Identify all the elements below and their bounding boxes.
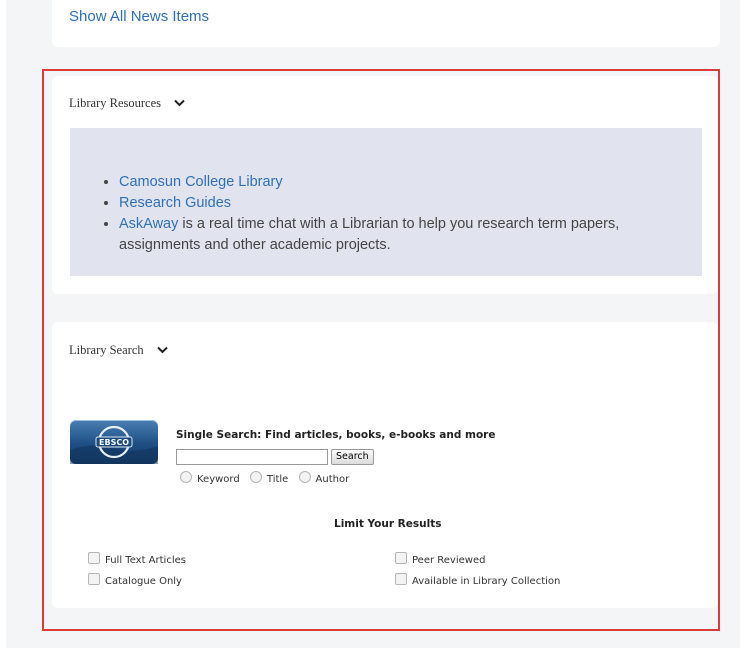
list-item: AskAway is a real time chat with a Libra… xyxy=(119,214,679,256)
peer-reviewed-checkbox[interactable] xyxy=(395,552,407,564)
library-resources-widget: Library Resources Camosun College Librar… xyxy=(52,76,718,294)
resources-list: Camosun College Library Research Guides … xyxy=(101,172,679,256)
library-search-header[interactable]: Library Search xyxy=(69,343,168,358)
keyword-option[interactable]: Keyword xyxy=(180,471,240,485)
library-collection-label: Available in Library Collection xyxy=(412,576,561,587)
library-search-title: Library Search xyxy=(69,343,144,357)
title-radio[interactable] xyxy=(249,471,262,483)
keyword-label: Keyword xyxy=(197,474,240,485)
search-field-options: Keyword Title Author xyxy=(180,471,356,485)
camosun-library-link[interactable]: Camosun College Library xyxy=(119,174,283,190)
catalogue-only-option[interactable]: Catalogue Only xyxy=(88,573,182,587)
askaway-description: is a real time chat with a Librarian to … xyxy=(119,216,620,253)
full-text-label: Full Text Articles xyxy=(105,555,186,566)
ebsco-logo-text: EBSCO xyxy=(99,438,129,447)
title-label: Title xyxy=(266,474,289,485)
library-collection-checkbox[interactable] xyxy=(395,573,407,585)
ebsco-logo-graphic: EBSCO xyxy=(70,425,158,464)
author-label: Author xyxy=(315,474,350,485)
ebsco-logo[interactable]: EBSCO xyxy=(70,420,158,464)
full-text-option[interactable]: Full Text Articles xyxy=(88,552,186,566)
author-radio[interactable] xyxy=(298,471,311,483)
library-resources-title: Library Resources xyxy=(69,96,161,110)
library-collection-option[interactable]: Available in Library Collection xyxy=(395,573,560,587)
library-resources-header[interactable]: Library Resources xyxy=(69,96,185,111)
single-search-title: Single Search: Find articles, books, e-b… xyxy=(176,429,496,441)
catalogue-only-label: Catalogue Only xyxy=(105,576,182,587)
list-item: Camosun College Library xyxy=(119,172,679,193)
research-guides-link[interactable]: Research Guides xyxy=(119,195,231,211)
peer-reviewed-option[interactable]: Peer Reviewed xyxy=(395,552,485,566)
chevron-down-icon[interactable] xyxy=(174,99,185,107)
peer-reviewed-label: Peer Reviewed xyxy=(412,555,486,566)
catalogue-only-checkbox[interactable] xyxy=(88,573,100,585)
search-button[interactable]: Search xyxy=(331,449,374,465)
library-search-widget: Library Search EBSCO Single Search: Find… xyxy=(52,322,718,608)
askaway-link[interactable]: AskAway xyxy=(119,216,178,232)
keyword-radio[interactable] xyxy=(180,471,192,483)
limit-results-title: Limit Your Results xyxy=(334,518,442,530)
news-widget: Show All News Items xyxy=(52,0,720,47)
list-item: Research Guides xyxy=(119,193,679,214)
title-option[interactable]: Title xyxy=(249,471,289,485)
author-option[interactable]: Author xyxy=(298,471,350,485)
left-gutter xyxy=(0,0,6,648)
chevron-down-icon[interactable] xyxy=(157,346,168,354)
full-text-checkbox[interactable] xyxy=(88,552,100,564)
search-input[interactable] xyxy=(176,449,328,465)
resources-content: Camosun College Library Research Guides … xyxy=(70,128,702,276)
show-all-news-link[interactable]: Show All News Items xyxy=(69,8,209,25)
